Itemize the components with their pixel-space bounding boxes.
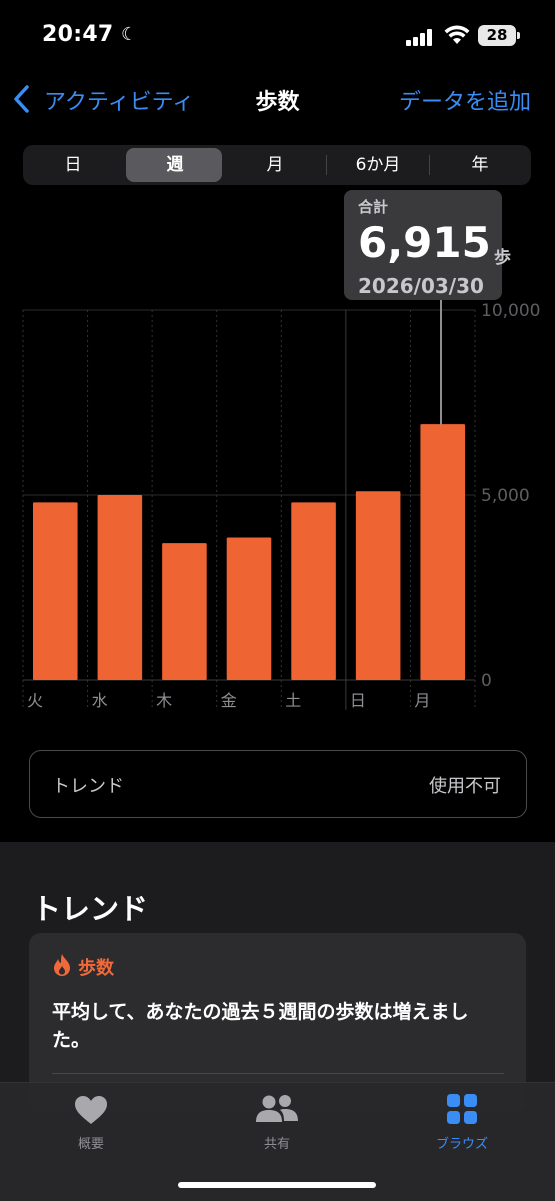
segment-6months[interactable]: 6か月 xyxy=(327,145,429,185)
tooltip-unit: 歩 xyxy=(494,248,511,268)
y-tick-label: 5,000 xyxy=(481,486,530,506)
bar-水 xyxy=(97,495,143,680)
y-tick-label: 10,000 xyxy=(481,301,540,321)
period-segmented-control: 日 週 月 6か月 年 xyxy=(23,145,531,185)
trend-card-divider xyxy=(52,1073,504,1074)
tab-summary[interactable]: 概要 xyxy=(51,1133,131,1152)
x-tick-label: 日 xyxy=(350,691,366,710)
tab-browse[interactable]: ブラウズ xyxy=(422,1133,502,1152)
moon-icon: ☾ xyxy=(121,24,138,45)
heart-icon[interactable] xyxy=(73,1094,109,1126)
trend-card-category: 歩数 xyxy=(78,958,114,979)
flame-icon xyxy=(54,954,70,976)
segment-day[interactable]: 日 xyxy=(23,145,123,185)
bar-月 xyxy=(420,424,465,680)
trend-row-label: トレンド xyxy=(52,776,124,797)
x-tick-label: 水 xyxy=(92,691,108,710)
trend-row-value: 使用不可 xyxy=(429,776,501,797)
tooltip-pointer-line xyxy=(440,300,442,426)
x-tick-label: 火 xyxy=(27,691,43,710)
x-tick-label: 金 xyxy=(221,691,237,710)
tooltip-label: 合計 xyxy=(358,198,389,216)
trend-card-text: 平均して、あなたの過去５週間の歩数は増えました。 xyxy=(52,1001,469,1051)
y-tick-label: 0 xyxy=(481,671,492,691)
grid-icon[interactable] xyxy=(446,1093,478,1125)
x-tick-label: 月 xyxy=(414,691,430,710)
segment-week[interactable]: 週 xyxy=(125,145,225,185)
bar-火 xyxy=(33,502,78,680)
steps-bar-chart: 10,000 5,000 0 火 水 木 金 土 日 月 xyxy=(22,301,540,710)
bar-金 xyxy=(226,537,272,680)
tooltip-date: 2026/03/30 xyxy=(358,274,484,298)
trends-header: トレンド xyxy=(32,892,149,926)
bar-土 xyxy=(291,502,336,680)
segment-month[interactable]: 月 xyxy=(225,145,325,185)
segment-year[interactable]: 年 xyxy=(429,145,531,185)
home-indicator xyxy=(178,1182,376,1188)
tab-sharing[interactable]: 共有 xyxy=(237,1133,317,1152)
add-data-button[interactable]: データを追加 xyxy=(399,84,531,116)
signal-icon xyxy=(406,28,434,46)
battery-indicator: 28 xyxy=(478,25,516,46)
x-tick-label: 木 xyxy=(156,691,172,710)
bar-木 xyxy=(162,543,207,680)
tooltip-value: 6,915 xyxy=(358,218,491,267)
people-icon[interactable] xyxy=(254,1094,300,1124)
x-tick-label: 土 xyxy=(285,691,301,710)
bar-日 xyxy=(355,491,401,680)
wifi-icon xyxy=(444,25,470,44)
battery-nub xyxy=(517,32,520,39)
status-time: 20:47 xyxy=(42,22,114,47)
